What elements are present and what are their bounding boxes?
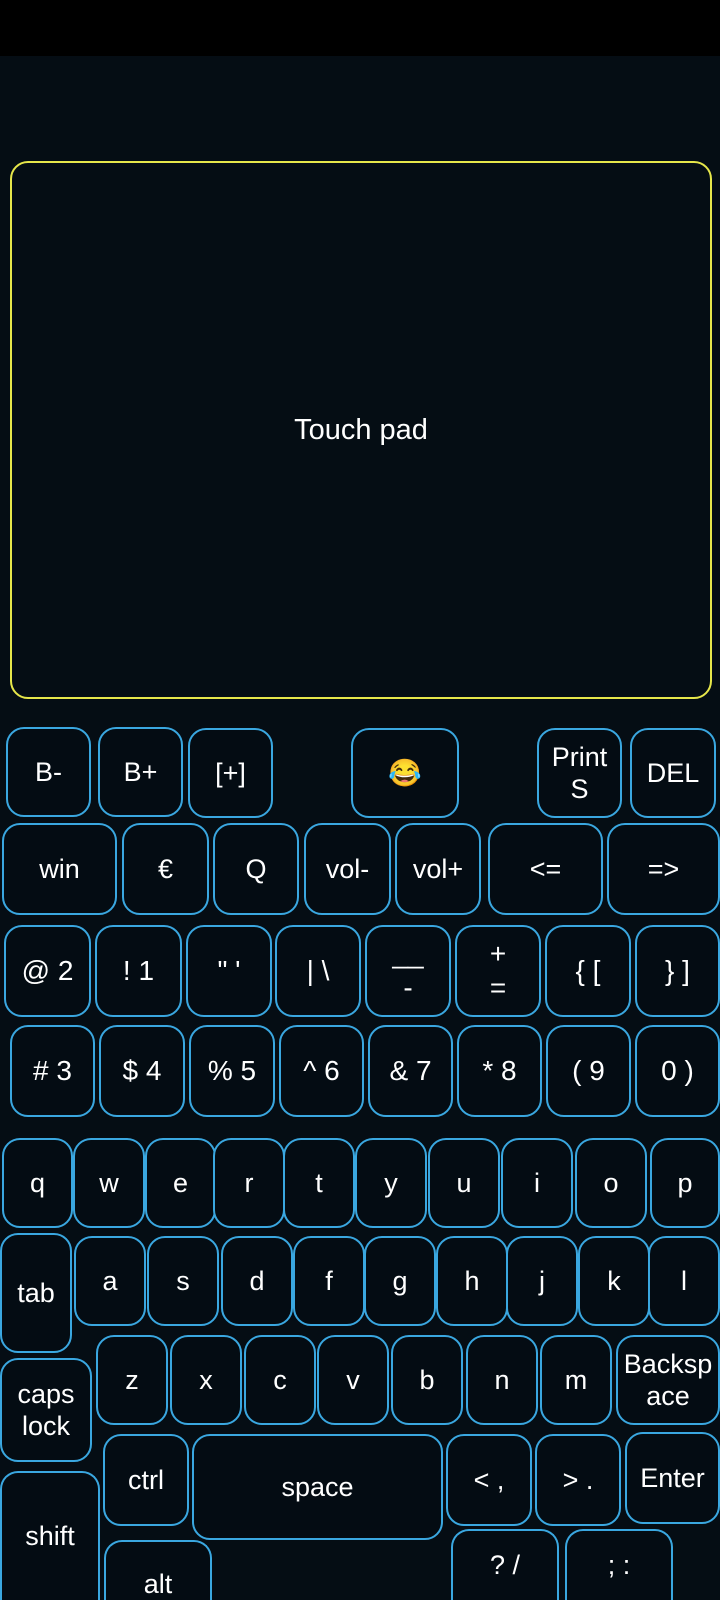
greater-period-key[interactable]: > . <box>535 1434 621 1526</box>
o-key[interactable]: o <box>575 1138 647 1228</box>
semicolon-colon-key[interactable]: ; : <box>565 1529 673 1600</box>
alt-key[interactable]: alt <box>104 1540 212 1600</box>
h-key[interactable]: h <box>436 1236 508 1326</box>
l-key[interactable]: l <box>648 1236 720 1326</box>
euro-key[interactable]: € <box>122 823 209 915</box>
brace-right-key[interactable]: } ] <box>635 925 720 1017</box>
u-key[interactable]: u <box>428 1138 500 1228</box>
right-arrow-key[interactable]: => <box>607 823 720 915</box>
a-key[interactable]: a <box>74 1236 146 1326</box>
g-key[interactable]: g <box>364 1236 436 1326</box>
ctrl-key[interactable]: ctrl <box>103 1434 189 1526</box>
delete-key[interactable]: DEL <box>630 728 716 818</box>
amp-7-key[interactable]: & 7 <box>368 1025 453 1117</box>
caret-6-key[interactable]: ^ 6 <box>279 1025 364 1117</box>
underscore-minus-key[interactable]: __ - <box>365 925 451 1017</box>
y-key[interactable]: y <box>355 1138 427 1228</box>
d-key[interactable]: d <box>221 1236 293 1326</box>
exclaim-1-key[interactable]: ! 1 <box>95 925 182 1017</box>
plus-box-key[interactable]: [+] <box>188 728 273 818</box>
status-bar <box>0 0 720 56</box>
win-key[interactable]: win <box>2 823 117 915</box>
quotes-key[interactable]: " ' <box>186 925 272 1017</box>
tab-key[interactable]: tab <box>0 1233 72 1353</box>
f-key[interactable]: f <box>293 1236 365 1326</box>
percent-5-key[interactable]: % 5 <box>189 1025 275 1117</box>
q-key[interactable]: q <box>2 1138 73 1228</box>
x-key[interactable]: x <box>170 1335 242 1425</box>
star-8-key[interactable]: * 8 <box>457 1025 542 1117</box>
dollar-4-key[interactable]: $ 4 <box>99 1025 185 1117</box>
z-key[interactable]: z <box>96 1335 168 1425</box>
paren-9-key[interactable]: ( 9 <box>546 1025 631 1117</box>
touch-pad-label: Touch pad <box>294 413 428 446</box>
space-key[interactable]: space <box>192 1434 443 1540</box>
brightness-up-key[interactable]: B+ <box>98 727 183 817</box>
n-key[interactable]: n <box>466 1335 538 1425</box>
hash-3-key[interactable]: # 3 <box>10 1025 95 1117</box>
left-arrow-key[interactable]: <= <box>488 823 603 915</box>
paren-0-key[interactable]: 0 ) <box>635 1025 720 1117</box>
s-key[interactable]: s <box>147 1236 219 1326</box>
pipe-backslash-key[interactable]: | \ <box>275 925 361 1017</box>
plus-equals-key[interactable]: + = <box>455 925 541 1017</box>
caps-lock-key[interactable]: caps lock <box>0 1358 92 1462</box>
backspace-key[interactable]: Backsp ace <box>616 1335 720 1425</box>
shift-key[interactable]: shift <box>0 1471 100 1600</box>
v-key[interactable]: v <box>317 1335 389 1425</box>
b-key[interactable]: b <box>391 1335 463 1425</box>
w-key[interactable]: w <box>73 1138 145 1228</box>
volume-down-key[interactable]: vol- <box>304 823 391 915</box>
m-key[interactable]: m <box>540 1335 612 1425</box>
i-key[interactable]: i <box>501 1138 573 1228</box>
enter-key[interactable]: Enter <box>625 1432 720 1524</box>
p-key[interactable]: p <box>650 1138 720 1228</box>
k-key[interactable]: k <box>578 1236 650 1326</box>
touch-pad[interactable]: Touch pad <box>10 161 712 699</box>
t-key[interactable]: t <box>283 1138 355 1228</box>
brightness-down-key[interactable]: B- <box>6 727 91 817</box>
c-key[interactable]: c <box>244 1335 316 1425</box>
print-screen-key[interactable]: Print S <box>537 728 622 818</box>
less-comma-key[interactable]: < , <box>446 1434 532 1526</box>
j-key[interactable]: j <box>506 1236 578 1326</box>
e-key[interactable]: e <box>145 1138 216 1228</box>
at-2-key[interactable]: @ 2 <box>4 925 91 1017</box>
volume-up-key[interactable]: vol+ <box>395 823 481 915</box>
question-slash-key[interactable]: ? / <box>451 1529 559 1600</box>
brace-left-key[interactable]: { [ <box>545 925 631 1017</box>
q-upper-key[interactable]: Q <box>213 823 299 915</box>
emoji-key[interactable]: 😂 <box>351 728 459 818</box>
r-key[interactable]: r <box>213 1138 285 1228</box>
